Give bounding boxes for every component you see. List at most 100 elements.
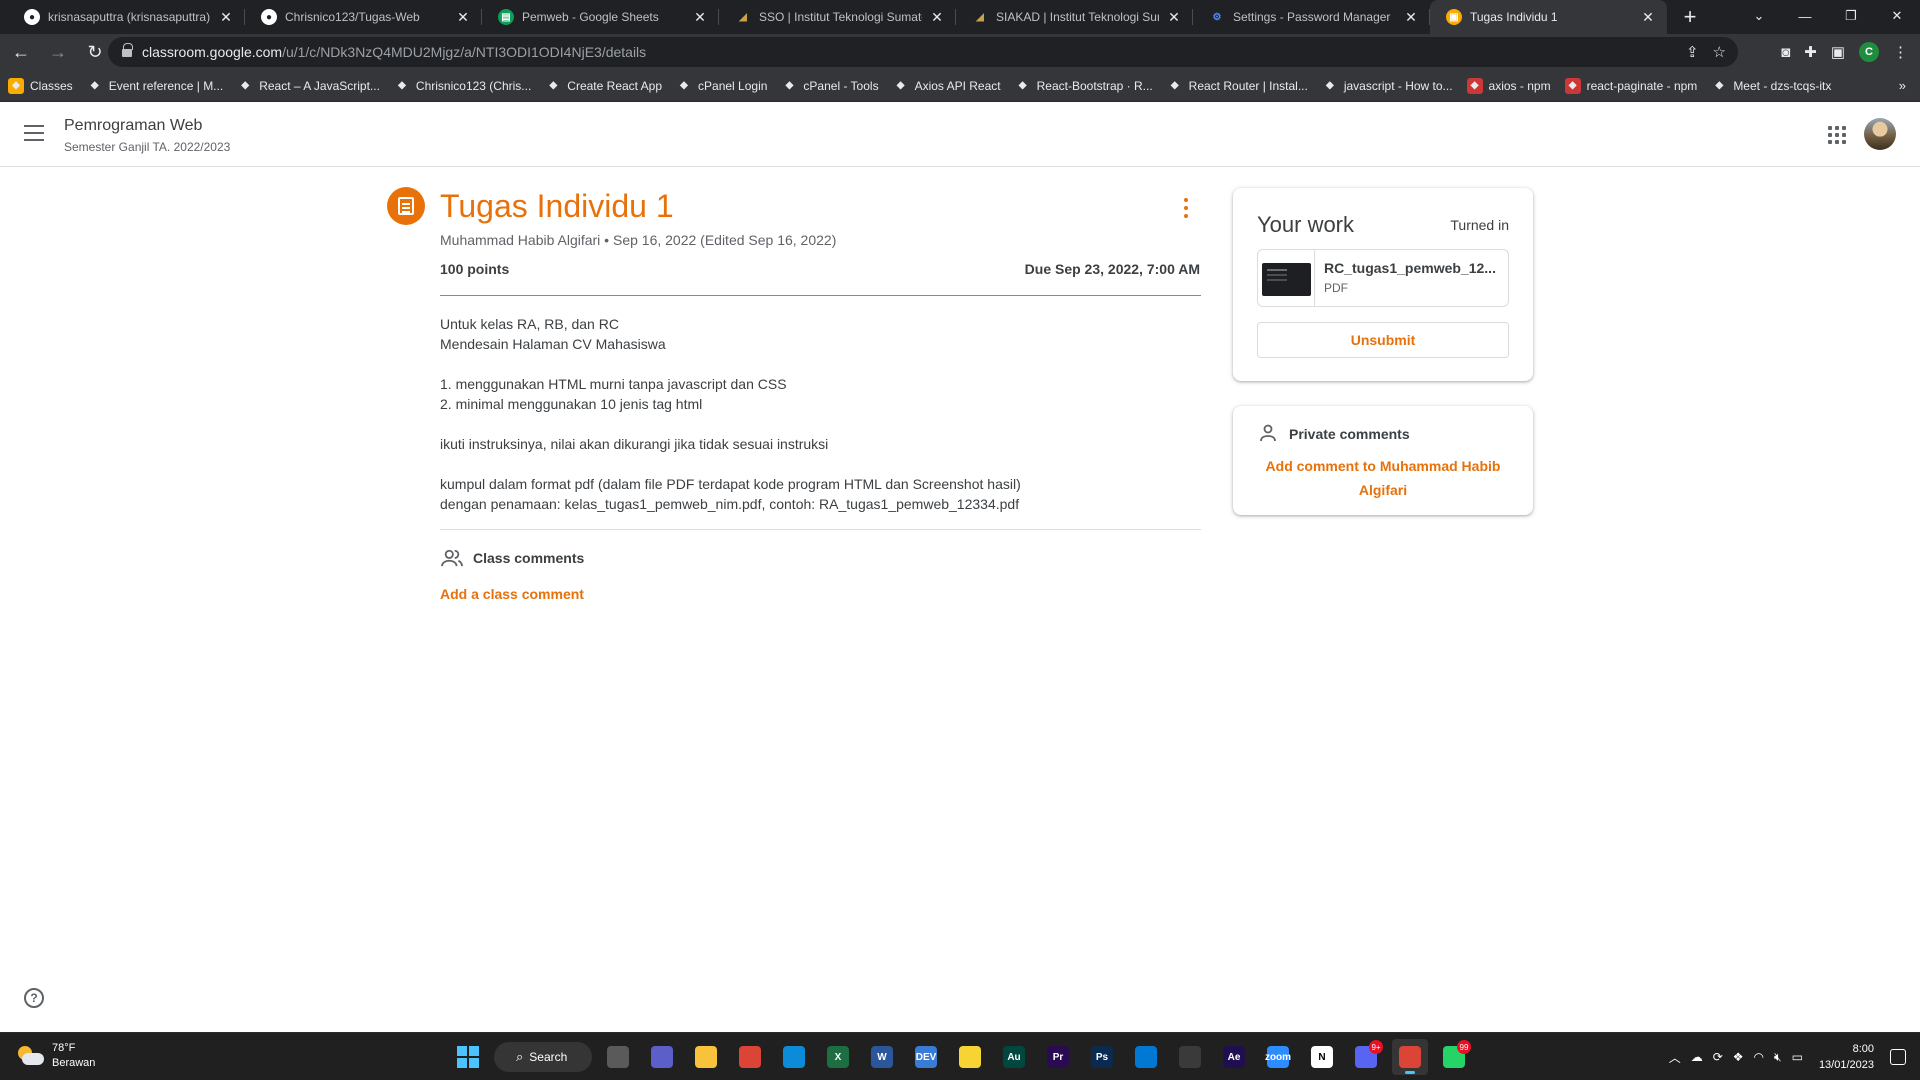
edge-taskbar-button[interactable] bbox=[776, 1039, 812, 1075]
notion-taskbar-button[interactable]: N bbox=[1304, 1039, 1340, 1075]
zoom-taskbar-button[interactable]: zoom bbox=[1260, 1039, 1296, 1075]
screenshot-camera-icon[interactable]: ◙ bbox=[1781, 44, 1790, 61]
battery-icon[interactable]: ▭ bbox=[1792, 1050, 1803, 1064]
stackoverflow-icon: ◆ bbox=[1321, 77, 1338, 94]
obs-taskbar-button[interactable] bbox=[1172, 1039, 1208, 1075]
task-view-taskbar-button[interactable] bbox=[600, 1039, 636, 1075]
attachment-file-type: PDF bbox=[1324, 281, 1348, 295]
bookmark-item[interactable]: ◆ React Router | Instal... bbox=[1166, 77, 1308, 94]
bookmark-item[interactable]: ◆ javascript - How to... bbox=[1321, 77, 1453, 94]
dropbox-icon[interactable]: ❖ bbox=[1733, 1050, 1744, 1064]
minimize-icon[interactable]: — bbox=[1782, 0, 1828, 32]
teams-taskbar-button[interactable] bbox=[644, 1039, 680, 1075]
chrome-menu-icon[interactable]: ⋮ bbox=[1893, 43, 1908, 61]
side-panel-icon[interactable]: ▣ bbox=[1831, 43, 1845, 61]
bookmark-item[interactable]: ◆ react-paginate - npm bbox=[1564, 77, 1697, 94]
excel-taskbar-button[interactable]: X bbox=[820, 1039, 856, 1075]
share-icon[interactable]: ⇪ bbox=[1686, 43, 1699, 61]
browser-tab[interactable]: ◢ SSO | Institut Teknologi Sumatera ✕ bbox=[719, 0, 956, 34]
help-icon[interactable]: ? bbox=[24, 988, 44, 1008]
bookmark-item[interactable]: ◆ cPanel Login bbox=[676, 77, 767, 94]
add-private-comment-link[interactable]: Add comment to Muhammad Habib Algifari bbox=[1257, 454, 1509, 502]
google-apps-icon[interactable] bbox=[1828, 126, 1846, 144]
bookmark-label: javascript - How to... bbox=[1343, 78, 1453, 93]
close-tab-icon[interactable]: ✕ bbox=[1402, 8, 1420, 26]
chrome-icon bbox=[739, 1046, 761, 1068]
react-router-icon: ◆ bbox=[1166, 77, 1183, 94]
description-line: kumpul dalam format pdf (dalam file PDF … bbox=[440, 476, 1021, 492]
unsubmit-button[interactable]: Unsubmit bbox=[1257, 322, 1509, 358]
browser-tab[interactable]: ▤ Pemweb - Google Sheets ✕ bbox=[482, 0, 719, 34]
attachment-chip[interactable]: RC_tugas1_pemweb_12... PDF bbox=[1257, 249, 1509, 307]
class-name[interactable]: Pemrograman Web bbox=[64, 117, 202, 135]
more-options-icon[interactable] bbox=[1184, 198, 1190, 218]
tab-search-icon[interactable]: ⌄ bbox=[1736, 0, 1782, 32]
bookmark-item[interactable]: ◆ Meet - dzs-tcqs-itx bbox=[1711, 77, 1831, 94]
wifi-icon[interactable]: ◠ bbox=[1754, 1050, 1764, 1064]
whatsapp-taskbar-button[interactable]: 99 bbox=[1436, 1039, 1472, 1075]
bookmark-item[interactable]: ◆ Classes bbox=[8, 77, 73, 94]
browser-tab[interactable]: ⚙ Settings - Password Manager ✕ bbox=[1193, 0, 1430, 34]
restore-icon[interactable]: ❐ bbox=[1828, 0, 1874, 32]
notification-icon[interactable] bbox=[1890, 1049, 1906, 1065]
address-bar[interactable]: classroom.google.com/u/1/c/NDk3NzQ4MDU2M… bbox=[108, 37, 1738, 67]
forward-arrow-icon[interactable]: → bbox=[42, 36, 74, 68]
bookmark-label: cPanel - Tools bbox=[803, 78, 879, 93]
chrome-taskbar-button[interactable] bbox=[732, 1039, 768, 1075]
bookmark-item[interactable]: ◆ Create React App bbox=[545, 77, 662, 94]
bookmark-item[interactable]: ◆ Event reference | M... bbox=[86, 77, 223, 94]
extensions-puzzle-icon[interactable]: ✚ bbox=[1804, 43, 1817, 61]
browser-tab[interactable]: ● Chrisnico123/Tugas-Web ✕ bbox=[245, 0, 482, 34]
reload-icon[interactable]: ↻ bbox=[79, 36, 111, 68]
close-tab-icon[interactable]: ✕ bbox=[928, 8, 946, 26]
class-comments-people-icon bbox=[441, 549, 463, 567]
bookmark-item[interactable]: ◆ axios - npm bbox=[1466, 77, 1551, 94]
close-window-icon[interactable]: ✕ bbox=[1874, 0, 1920, 32]
sticky-notes-taskbar-button[interactable] bbox=[952, 1039, 988, 1075]
premiere-taskbar-button[interactable]: Pr bbox=[1040, 1039, 1076, 1075]
close-tab-icon[interactable]: ✕ bbox=[691, 8, 709, 26]
profile-avatar[interactable]: C bbox=[1859, 42, 1879, 62]
back-arrow-icon[interactable]: ← bbox=[5, 36, 37, 68]
clock[interactable]: 8:00 13/01/2023 bbox=[1819, 1041, 1874, 1073]
close-tab-icon[interactable]: ✕ bbox=[217, 8, 235, 26]
bookmark-item[interactable]: ◆ Chrisnico123 (Chris... bbox=[393, 77, 531, 94]
browser-tab[interactable]: ● krisnasaputtra (krisnasaputtra) / ... ✕ bbox=[8, 0, 245, 34]
bookmark-star-icon[interactable]: ☆ bbox=[1713, 43, 1726, 61]
vscode-taskbar-button[interactable] bbox=[1128, 1039, 1164, 1075]
browser-tab[interactable]: ◢ SIAKAD | Institut Teknologi Sumatera ✕ bbox=[956, 0, 1193, 34]
bookmark-item[interactable]: ◆ React-Bootstrap · R... bbox=[1014, 77, 1153, 94]
audition-taskbar-button[interactable]: Au bbox=[996, 1039, 1032, 1075]
chrome-profile-taskbar-button[interactable] bbox=[1392, 1039, 1428, 1075]
more-bookmarks-icon[interactable]: » bbox=[1899, 78, 1906, 93]
photoshop-taskbar-button[interactable]: Ps bbox=[1084, 1039, 1120, 1075]
bookmark-list: ◆ Classes ◆ Event reference | M... ◆ React – … bbox=[8, 77, 1845, 94]
browser-tab[interactable]: ▣ Tugas Individu 1 ✕ bbox=[1430, 0, 1667, 34]
account-avatar[interactable] bbox=[1864, 118, 1896, 150]
person-icon bbox=[1260, 424, 1276, 442]
bookmark-item[interactable]: ◆ cPanel - Tools bbox=[781, 77, 879, 94]
taskbar-search[interactable]: ⌕ Search bbox=[494, 1042, 592, 1072]
add-class-comment-link[interactable]: Add a class comment bbox=[440, 586, 584, 602]
main-menu-icon[interactable] bbox=[24, 125, 44, 141]
new-tab-button[interactable]: + bbox=[1673, 0, 1707, 34]
after-effects-taskbar-button[interactable]: Ae bbox=[1216, 1039, 1252, 1075]
volume-muted-icon[interactable]: 🔇︎ bbox=[1774, 1050, 1782, 1065]
windows-start-icon[interactable] bbox=[450, 1039, 486, 1075]
weather-widget[interactable]: 78°F Berawan bbox=[16, 1041, 95, 1071]
sync-icon[interactable]: ⟳ bbox=[1713, 1050, 1723, 1064]
bookmark-item[interactable]: ◆ Axios API React bbox=[892, 77, 1001, 94]
dev-taskbar-button[interactable]: DEV bbox=[908, 1039, 944, 1075]
teams-icon bbox=[651, 1046, 673, 1068]
onedrive-cloud-icon[interactable]: ☁ bbox=[1691, 1050, 1703, 1064]
close-tab-icon[interactable]: ✕ bbox=[1639, 8, 1657, 26]
discord-taskbar-button[interactable]: 9+ bbox=[1348, 1039, 1384, 1075]
close-tab-icon[interactable]: ✕ bbox=[454, 8, 472, 26]
file-explorer-icon bbox=[695, 1046, 717, 1068]
meet-icon: ◆ bbox=[1711, 77, 1728, 94]
bookmark-item[interactable]: ◆ React – A JavaScript... bbox=[237, 77, 380, 94]
word-taskbar-button[interactable]: W bbox=[864, 1039, 900, 1075]
tray-overflow-chevron-icon[interactable]: ︿ bbox=[1669, 1049, 1681, 1066]
file-explorer-taskbar-button[interactable] bbox=[688, 1039, 724, 1075]
close-tab-icon[interactable]: ✕ bbox=[1165, 8, 1183, 26]
